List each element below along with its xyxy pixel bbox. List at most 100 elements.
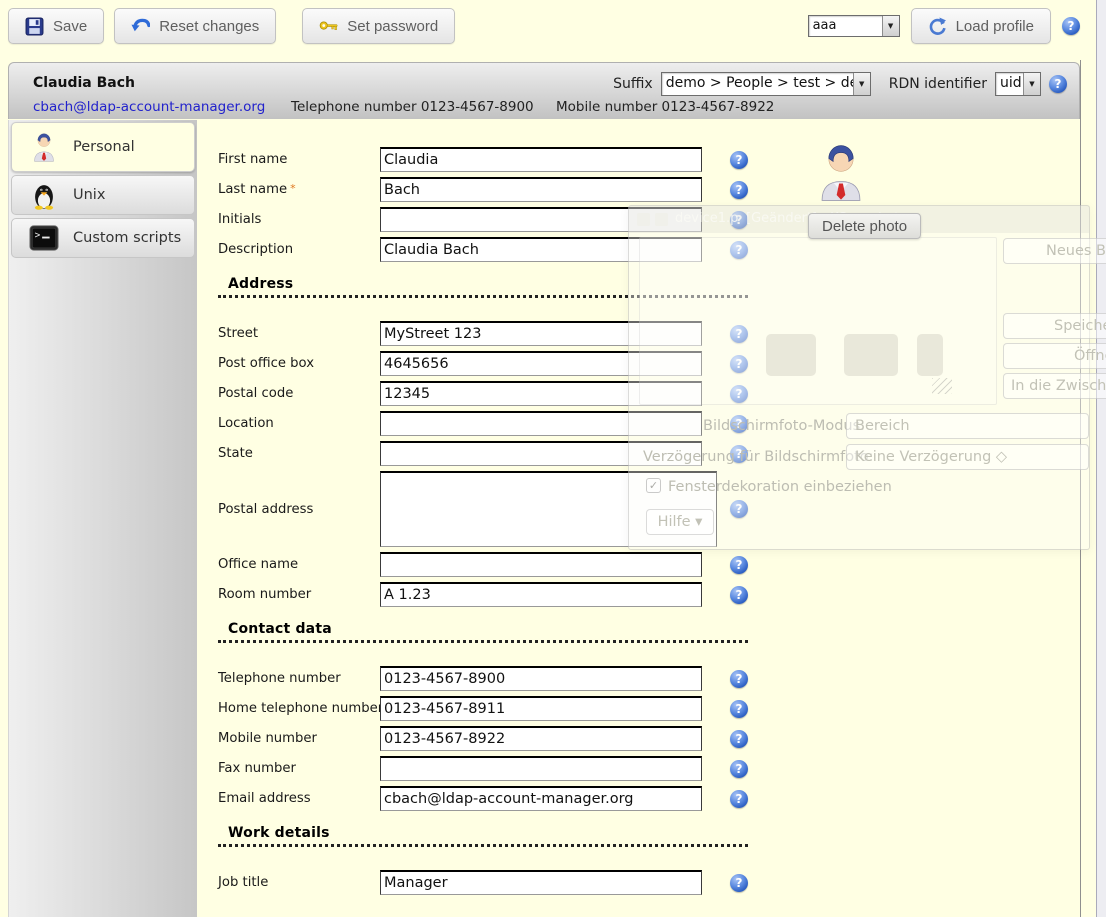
help-icon[interactable]: ? bbox=[730, 670, 748, 688]
form-row-home-telephone-number: Home telephone number? bbox=[218, 696, 1080, 721]
help-icon[interactable]: ? bbox=[730, 415, 748, 433]
street-input[interactable] bbox=[380, 321, 702, 346]
job-title-input[interactable] bbox=[380, 870, 702, 895]
help-icon[interactable]: ? bbox=[730, 355, 748, 373]
profile-select-value: aaa bbox=[809, 16, 882, 36]
post-office-box-label-text: Post office box bbox=[218, 356, 314, 371]
room-number-label-text: Room number bbox=[218, 587, 311, 602]
help-icon[interactable]: ? bbox=[730, 790, 748, 808]
postal-address-label-text: Postal address bbox=[218, 502, 313, 517]
fax-number-label: Fax number bbox=[218, 761, 380, 776]
help-icon[interactable]: ? bbox=[730, 325, 748, 343]
help-icon[interactable]: ? bbox=[730, 181, 748, 199]
fax-number-input[interactable] bbox=[380, 756, 702, 781]
undo-arrow-icon bbox=[131, 17, 150, 36]
rdn-identifier-label: RDN identifier bbox=[889, 76, 987, 92]
account-header: Claudia Bach Suffix demo > People > test… bbox=[8, 62, 1080, 119]
help-icon[interactable]: ? bbox=[730, 730, 748, 748]
last-name-input[interactable] bbox=[380, 177, 702, 202]
form-row-description: Description? bbox=[218, 237, 1080, 262]
delete-photo-label: Delete photo bbox=[822, 218, 907, 235]
help-icon[interactable]: ? bbox=[730, 241, 748, 259]
delete-photo-button[interactable]: Delete photo bbox=[808, 213, 921, 239]
form-row-initials: Initials? bbox=[218, 207, 1080, 232]
form-row-location: Location? bbox=[218, 411, 1080, 436]
office-name-label: Office name bbox=[218, 557, 380, 572]
state-input[interactable] bbox=[380, 441, 702, 466]
set-password-button[interactable]: Set password bbox=[302, 8, 455, 44]
first-name-input[interactable] bbox=[380, 147, 702, 172]
tab-personal[interactable]: Personal bbox=[11, 122, 195, 172]
tab-label: Personal bbox=[73, 139, 135, 155]
initials-label: Initials bbox=[218, 212, 380, 227]
description-label: Description bbox=[218, 242, 380, 257]
suffix-select[interactable]: demo > People > test > de ▼ bbox=[661, 72, 871, 96]
save-label: Save bbox=[53, 18, 87, 35]
help-icon[interactable]: ? bbox=[730, 760, 748, 778]
room-number-input[interactable] bbox=[380, 582, 702, 607]
help-icon[interactable]: ? bbox=[730, 211, 748, 229]
help-icon[interactable]: ? bbox=[730, 700, 748, 718]
suffix-select-value: demo > People > test > de bbox=[662, 73, 853, 95]
profile-select[interactable]: aaa ▼ bbox=[808, 15, 900, 37]
mobile-number-label-text: Mobile number bbox=[218, 731, 317, 746]
rdn-select[interactable]: uid ▼ bbox=[995, 72, 1041, 96]
header-controls: Suffix demo > People > test > de ▼ RDN i… bbox=[613, 72, 1067, 96]
chevron-down-icon: ▼ bbox=[853, 73, 870, 95]
form-row-fax-number: Fax number? bbox=[218, 756, 1080, 781]
key-icon bbox=[319, 17, 338, 36]
help-icon[interactable]: ? bbox=[1049, 75, 1067, 93]
help-icon[interactable]: ? bbox=[730, 874, 748, 892]
form-row-office-name: Office name? bbox=[218, 552, 1080, 577]
email-link[interactable]: cbach@ldap-account-manager.org bbox=[33, 99, 265, 115]
module-sidebar: Personal Unix>Custom scripts bbox=[8, 120, 197, 917]
description-label-text: Description bbox=[218, 242, 293, 257]
location-label-text: Location bbox=[218, 416, 274, 431]
street-label-text: Street bbox=[218, 326, 258, 341]
office-name-input[interactable] bbox=[380, 552, 702, 577]
first-name-label: First name bbox=[218, 152, 380, 167]
postal-address-input[interactable] bbox=[380, 471, 717, 547]
person-icon bbox=[28, 131, 60, 163]
postal-code-input[interactable] bbox=[380, 381, 702, 406]
form-row-first-name: First name? bbox=[218, 147, 1080, 172]
room-number-label: Room number bbox=[218, 587, 380, 602]
penguin-icon bbox=[28, 179, 60, 211]
telephone-number-input[interactable] bbox=[380, 666, 702, 691]
lam-page: Save Reset changes Set password aaa ▼ bbox=[0, 0, 1106, 917]
form-row-street: Street? bbox=[218, 321, 1080, 346]
help-icon[interactable]: ? bbox=[730, 500, 748, 518]
help-icon[interactable]: ? bbox=[730, 151, 748, 169]
help-icon[interactable]: ? bbox=[1062, 17, 1080, 35]
form-row-job-title: Job title? bbox=[218, 870, 1080, 895]
state-label-text: State bbox=[218, 446, 253, 461]
state-label: State bbox=[218, 446, 380, 461]
reset-changes-button[interactable]: Reset changes bbox=[114, 8, 276, 44]
help-icon[interactable]: ? bbox=[730, 586, 748, 604]
tab-custom-scripts[interactable]: >Custom scripts bbox=[11, 218, 195, 258]
scrollbar[interactable] bbox=[1096, 0, 1106, 917]
tab-unix[interactable]: Unix bbox=[11, 175, 195, 215]
home-telephone-number-label-text: Home telephone number bbox=[218, 701, 383, 716]
email-address-input[interactable] bbox=[380, 786, 702, 811]
form-row-email-address: Email address? bbox=[218, 786, 1080, 811]
rdn-select-value: uid bbox=[996, 73, 1023, 95]
home-telephone-number-input[interactable] bbox=[380, 696, 702, 721]
initials-input[interactable] bbox=[380, 207, 702, 232]
account-name: Claudia Bach bbox=[33, 75, 135, 91]
mobile-number-input[interactable] bbox=[380, 726, 702, 751]
save-button[interactable]: Save bbox=[8, 8, 104, 44]
email-address-label-text: Email address bbox=[218, 791, 311, 806]
job-title-label: Job title bbox=[218, 875, 380, 890]
post-office-box-label: Post office box bbox=[218, 356, 380, 371]
load-profile-button[interactable]: Load profile bbox=[911, 8, 1051, 44]
help-icon[interactable]: ? bbox=[730, 445, 748, 463]
section-heading-contact-data: Contact data bbox=[218, 621, 748, 643]
post-office-box-input[interactable] bbox=[380, 351, 702, 376]
help-icon[interactable]: ? bbox=[730, 556, 748, 574]
content-right-border bbox=[1080, 60, 1081, 917]
location-input[interactable] bbox=[380, 411, 702, 436]
help-icon[interactable]: ? bbox=[730, 385, 748, 403]
section-heading-work-details: Work details bbox=[218, 825, 748, 847]
description-input[interactable] bbox=[380, 237, 702, 262]
